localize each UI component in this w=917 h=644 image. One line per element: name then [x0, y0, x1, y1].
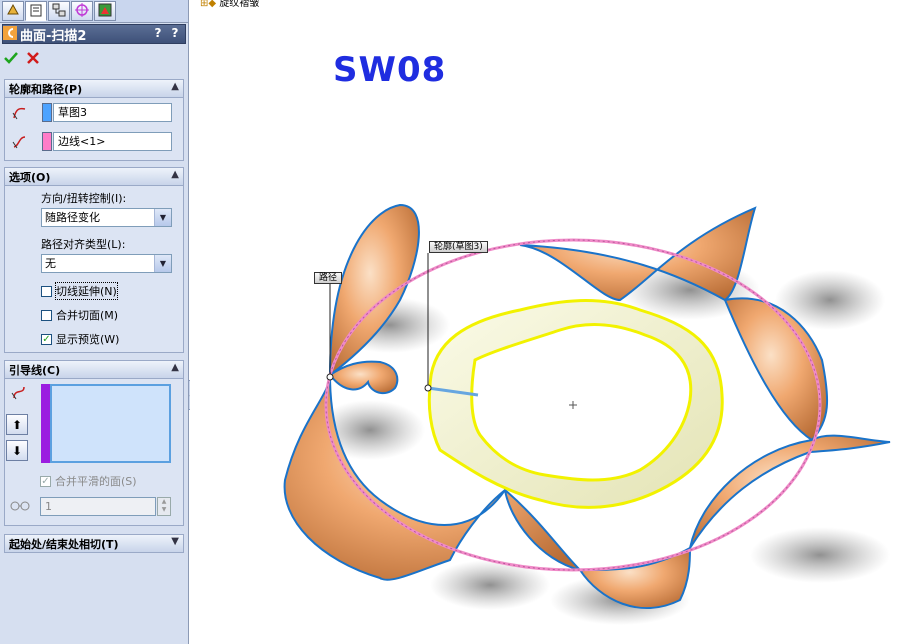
x-icon: [27, 52, 39, 64]
detailed-preview-button[interactable]: ?: [168, 26, 182, 40]
profile-path-header[interactable]: 轮廓和路径(P) ▲: [5, 80, 183, 98]
profile-path-section: 轮廓和路径(P) ▲ 草图3 边线<1>: [4, 79, 184, 161]
guide-curves-title: 引导线(C): [9, 363, 61, 377]
checkbox-box[interactable]: ✓: [40, 475, 51, 487]
merge-tangent-faces-checkbox[interactable]: 合并切面(M): [41, 307, 118, 323]
alignment-label: 路径对齐类型(L):: [41, 238, 126, 251]
feature-title-bar: 曲面-扫描2 ? ?: [2, 24, 186, 44]
merge-smooth-faces-checkbox[interactable]: ✓ 合并平滑的面(S): [40, 473, 137, 489]
collapse-icon[interactable]: ▲: [171, 362, 179, 373]
dimxpert-icon: [75, 2, 89, 20]
profile-color-swatch: [42, 103, 52, 122]
collapse-icon[interactable]: ▲: [171, 169, 179, 180]
feature-manager-icon: [6, 3, 20, 20]
show-preview-checkbox[interactable]: ✓ 显示预览(W): [41, 331, 119, 347]
tangent-extension-checkbox[interactable]: 切线延伸(N): [41, 282, 118, 300]
display-manager-icon: [98, 3, 112, 20]
orientation-label: 方向/扭转控制(I):: [41, 192, 127, 205]
tangent-extension-label: 切线延伸(N): [55, 282, 118, 300]
manager-tab-strip: [0, 0, 188, 23]
start-end-tangency-title: 起始处/结束处相切(T): [9, 537, 119, 551]
profile-callout[interactable]: 轮廓(草图3): [429, 241, 488, 253]
display-manager-tab[interactable]: [94, 1, 116, 21]
arrow-up-icon: ⬆: [11, 417, 23, 432]
collapse-icon[interactable]: ▲: [171, 81, 179, 92]
sweep-profile-inner: [470, 323, 693, 482]
arrow-down-icon: ⬇: [11, 443, 23, 458]
cancel-button[interactable]: [26, 51, 40, 68]
glasses-icon: [10, 499, 30, 514]
options-header[interactable]: 选项(O) ▲: [5, 168, 183, 186]
orientation-select[interactable]: 随路径变化 ▼: [41, 208, 172, 227]
start-end-tangency-section: 起始处/结束处相切(T) ▼: [4, 534, 184, 553]
property-manager-tab[interactable]: [25, 1, 47, 21]
options-title: 选项(O): [9, 170, 51, 184]
merge-smooth-faces-label: 合并平滑的面(S): [55, 475, 137, 488]
profile-field[interactable]: 草图3: [53, 103, 172, 122]
orientation-value: 随路径变化: [45, 211, 100, 224]
expand-icon[interactable]: ▼: [171, 536, 179, 547]
guide-count-spinner[interactable]: 1: [40, 497, 156, 516]
sweep-surface-icon: [3, 25, 17, 43]
guide-curve-select-icon: [10, 385, 28, 404]
configuration-manager-icon: [52, 3, 66, 20]
show-preview-label: 显示预览(W): [56, 333, 120, 346]
guide-curves-header[interactable]: 引导线(C) ▲: [5, 361, 183, 379]
shadow: [750, 527, 890, 583]
merge-tangent-faces-label: 合并切面(M): [56, 309, 119, 322]
path-select-icon: [11, 134, 29, 153]
path-callout[interactable]: 路径: [314, 272, 343, 284]
ok-button[interactable]: [4, 51, 18, 68]
profile-point: [424, 384, 432, 392]
spinner-arrows[interactable]: ▲ ▼: [157, 497, 171, 516]
feature-title: 曲面-扫描2: [20, 28, 87, 44]
move-down-button[interactable]: ⬇: [6, 440, 28, 461]
property-manager-icon: [29, 3, 43, 20]
property-manager-panel: 曲面-扫描2 ? ? 轮廓和路径(P) ▲ 草图3 边线<1> 选项(O) ▲ …: [0, 0, 189, 644]
checkbox-box[interactable]: ✓: [41, 333, 52, 345]
configuration-manager-tab[interactable]: [48, 1, 70, 21]
checkbox-box[interactable]: [41, 285, 52, 297]
feature-manager-tab[interactable]: [2, 1, 24, 21]
guide-curves-list[interactable]: [50, 384, 171, 463]
graphics-viewport[interactable]: ⊞◆ 旋纹褶皱 SW08 轮廓(草图3) 路径: [190, 0, 917, 644]
start-end-tangency-header[interactable]: 起始处/结束处相切(T) ▼: [5, 535, 183, 552]
help-button[interactable]: ?: [151, 26, 165, 40]
profile-path-title: 轮廓和路径(P): [9, 82, 83, 96]
path-field[interactable]: 边线<1>: [53, 132, 172, 151]
checkbox-box[interactable]: [41, 309, 52, 321]
profile-select-icon: [11, 105, 29, 124]
checkmark-icon: [4, 52, 18, 64]
path-point: [326, 373, 334, 381]
chevron-down-icon[interactable]: ▼: [154, 209, 171, 226]
model-preview: [283, 203, 891, 625]
alignment-select[interactable]: 无 ▼: [41, 254, 172, 273]
surface-lobe: [519, 206, 757, 302]
dimxpert-tab[interactable]: [71, 1, 93, 21]
chevron-down-icon[interactable]: ▼: [154, 255, 171, 272]
path-color-swatch: [42, 132, 52, 151]
alignment-value: 无: [45, 257, 56, 270]
move-up-button[interactable]: ⬆: [6, 414, 28, 435]
options-section: 选项(O) ▲ 方向/扭转控制(I): 随路径变化 ▼ 路径对齐类型(L): 无…: [4, 167, 184, 353]
